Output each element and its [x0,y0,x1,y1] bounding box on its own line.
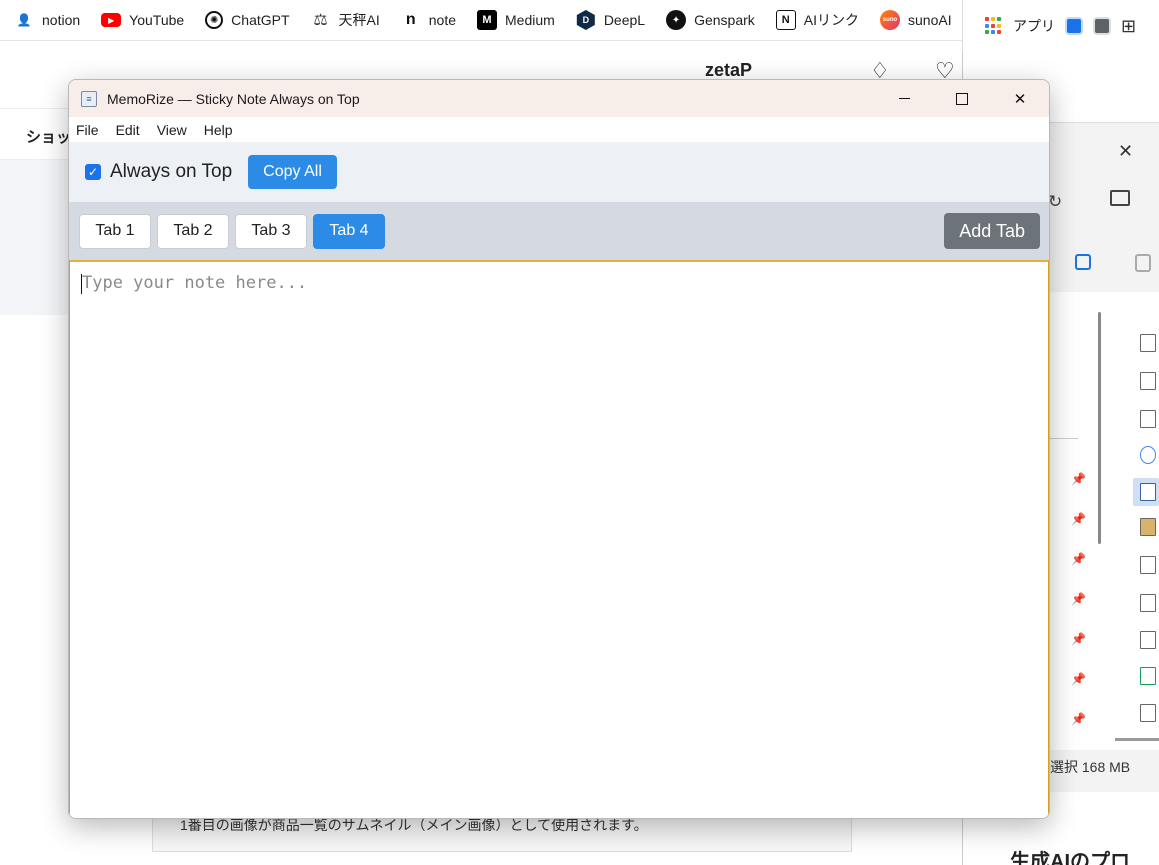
deepl-icon: D [576,10,595,30]
pin-icon[interactable]: 📌 [1071,632,1086,646]
divider [1050,438,1078,439]
pin-icon[interactable]: 📌 [1071,472,1086,486]
pin-icon[interactable]: 📌 [1071,712,1086,726]
toolbar: ✓ Always on Top Copy All [69,142,1049,202]
medium-icon: M [477,10,498,30]
bookmark-label: notion [42,12,81,28]
menu-file[interactable]: File [76,122,99,138]
monitor-icon[interactable] [1110,190,1130,206]
grid-icon[interactable]: ⊞ [1121,16,1136,37]
sheet-file-icon[interactable] [1140,667,1156,685]
menu-view[interactable]: View [157,122,187,138]
tab-1[interactable]: Tab 1 [79,213,151,249]
pin-icon[interactable]: 📌 [1071,672,1086,686]
notion-icon: N [775,10,796,30]
explorer-status-text: 選択 168 MB [1050,759,1131,775]
close-button[interactable]: ✕ [991,80,1049,117]
minimize-button[interactable] [875,80,933,117]
bookmark-label: ChatGPT [231,12,290,28]
bookmark-youtube[interactable]: ▶ YouTube [91,6,195,34]
note-placeholder: Type your note here... [82,273,308,293]
pin-icon[interactable]: 📌 [1071,512,1086,526]
file-icon[interactable] [1140,594,1156,612]
app-file-icon[interactable] [1140,483,1156,501]
title-bar[interactable]: ≡ MemoRize — Sticky Note Always on Top ✕ [69,80,1049,117]
menu-help[interactable]: Help [204,122,233,138]
pin-icon[interactable]: 📌 [1071,552,1086,566]
bookmark-label: Genspark [694,12,755,28]
apps-bar: アプリ ⊞ [962,0,1159,52]
vertical-scrollbar[interactable] [1098,312,1101,544]
background-heading: 生成AIのプロ [1010,851,1130,865]
copy-icon[interactable] [1075,254,1091,270]
memorize-app-icon: ≡ [81,90,97,107]
window-title: MemoRize — Sticky Note Always on Top [107,90,360,107]
note-textarea[interactable]: Type your note here... [69,260,1049,818]
background-user-name: zetaP [705,60,753,80]
scale-icon: ⚖ [313,12,328,29]
menu-bar: File Edit View Help [69,117,1049,142]
suno-icon: suno [880,10,901,30]
file-icon[interactable] [1140,410,1156,428]
always-on-top-checkbox[interactable]: ✓ [85,164,101,180]
bookmarks-bar: 👤 notion ▶ YouTube ✺ ChatGPT ⚖ 天秤AI n no… [0,0,962,40]
bookmark-label: Medium [505,12,555,28]
extension-gray-icon[interactable] [1093,17,1111,35]
bookmark-note[interactable]: n note [391,6,467,34]
bookmark-ai-link[interactable]: N AIリンク [766,6,870,34]
file-icon[interactable] [1140,372,1156,390]
refresh-icon[interactable]: ↻ [1048,192,1062,212]
bookmark-deepl[interactable]: D DeepL [566,6,656,34]
tab-2[interactable]: Tab 2 [157,213,229,249]
chatgpt-icon: ✺ [205,11,224,29]
chrome-icon[interactable] [1140,446,1156,464]
add-tab-button[interactable]: Add Tab [944,213,1040,249]
copy-all-button[interactable]: Copy All [248,155,337,189]
bookmark-label: DeepL [603,12,646,28]
file-icon[interactable] [1140,334,1156,352]
bookmark-label: note [428,12,457,28]
maximize-button[interactable] [933,80,991,117]
bookmark-notion[interactable]: 👤 notion [4,6,91,34]
memorize-window: ≡ MemoRize — Sticky Note Always on Top ✕… [68,79,1050,819]
bookmark-label: 天秤AI [338,12,380,28]
close-icon[interactable]: ✕ [1118,141,1133,162]
extension-blue-icon[interactable] [1065,17,1083,35]
close-icon: ✕ [1013,90,1027,108]
menu-edit[interactable]: Edit [116,122,140,138]
person-icon: 👤 [16,13,32,27]
paste-icon[interactable] [1135,254,1151,272]
note-icon: n [405,11,416,28]
pin-icon[interactable]: 📌 [1071,592,1086,606]
tab-4[interactable]: Tab 4 [313,213,385,249]
bookmark-chatgpt[interactable]: ✺ ChatGPT [195,6,300,34]
youtube-icon: ▶ [101,13,122,27]
window-controls: ✕ [875,80,1049,117]
bookmark-label: AIリンク [803,12,860,28]
bookmark-label: YouTube [129,12,185,28]
tab-bar: Tab 1 Tab 2 Tab 3 Tab 4 Add Tab [69,202,1049,260]
bookmark-genspark[interactable]: ✦ Genspark [656,6,766,34]
tab-3[interactable]: Tab 3 [235,213,307,249]
apps-label[interactable]: アプリ [1013,16,1055,36]
bookmark-tenbin-ai[interactable]: ⚖ 天秤AI [301,6,391,34]
bookmark-suno-ai[interactable]: suno sunoAI [870,6,962,34]
bookmark-medium[interactable]: M Medium [467,6,566,34]
pak-file-icon[interactable] [1140,518,1156,536]
file-icon[interactable] [1140,631,1156,649]
bookmark-label: sunoAI [908,12,952,28]
horizontal-scrollbar[interactable] [1115,738,1159,741]
genspark-icon: ✦ [666,10,687,30]
file-icon[interactable] [1140,556,1156,574]
always-on-top-label[interactable]: Always on Top [110,161,232,183]
apps-grid-icon[interactable] [985,17,1003,35]
background-nav-label[interactable]: ショッ [26,126,71,147]
file-icon[interactable] [1140,704,1156,722]
